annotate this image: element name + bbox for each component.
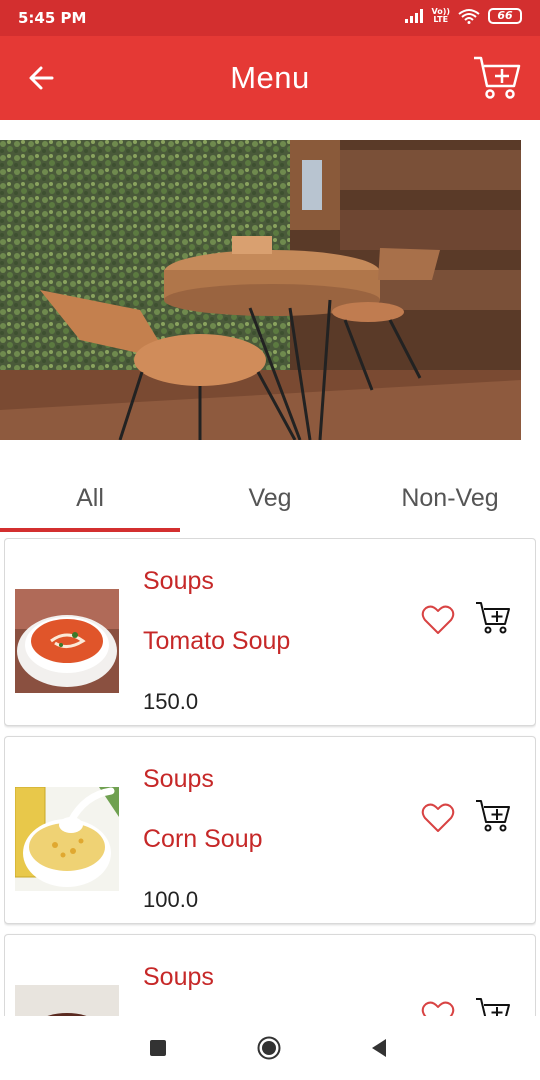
status-bar: 5:45 PM Vo)) LTE 66 [0,0,540,36]
tab-indicator [0,528,180,532]
item-price: 100.0 [143,887,199,912]
cart-add-icon[interactable] [475,995,511,1016]
restaurant-banner-image [0,140,521,440]
soup-image [15,985,119,1016]
corn-soup-photo [15,787,119,891]
system-nav-bar [0,1016,540,1080]
heart-icon[interactable] [421,603,455,637]
heart-icon[interactable] [421,801,455,835]
signal-icon [405,9,424,23]
battery-icon: 66 [488,8,522,24]
home-icon[interactable] [257,1036,281,1060]
tomato-soup-image [15,589,119,693]
back-triangle-icon[interactable] [370,1038,388,1058]
item-price: 150.0 [143,689,199,714]
heart-icon[interactable] [421,999,455,1016]
cart-add-icon[interactable] [472,52,522,102]
cart-add-icon[interactable] [475,797,511,833]
cart-add-icon[interactable] [475,599,511,635]
category-tabs: All Veg Non-Veg [0,470,540,534]
volte-indicator: Vo)) LTE [431,8,450,24]
item-category: Soups [143,963,214,991]
app-bar: Menu [0,36,540,120]
volte-bottom-text: LTE [433,15,449,24]
list-item[interactable]: Soups Corn Soup 100.0 [4,736,536,924]
item-name: Corn Soup [143,825,263,853]
tomato-soup-photo [15,589,119,693]
corn-soup-image [15,787,119,891]
status-time: 5:45 PM [18,9,87,27]
item-category: Soups [143,567,214,595]
tab-all[interactable]: All [0,484,180,513]
menu-list[interactable]: Soups Tomato Soup 150.0 Soups Corn Soup … [4,538,536,1016]
tab-veg[interactable]: Veg [180,484,360,513]
item-name: Tomato Soup [143,627,291,655]
page-title: Menu [230,60,310,95]
recents-icon[interactable] [150,1040,166,1056]
status-icons: Vo)) LTE 66 [405,8,522,24]
list-item[interactable]: Soups Tomato Soup 150.0 [4,538,536,726]
soup-photo [15,985,119,1016]
item-category: Soups [143,765,214,793]
list-item[interactable]: Soups [4,934,536,1016]
restaurant-photo [0,140,521,440]
wifi-icon [458,9,480,24]
tab-non-veg[interactable]: Non-Veg [360,484,540,513]
